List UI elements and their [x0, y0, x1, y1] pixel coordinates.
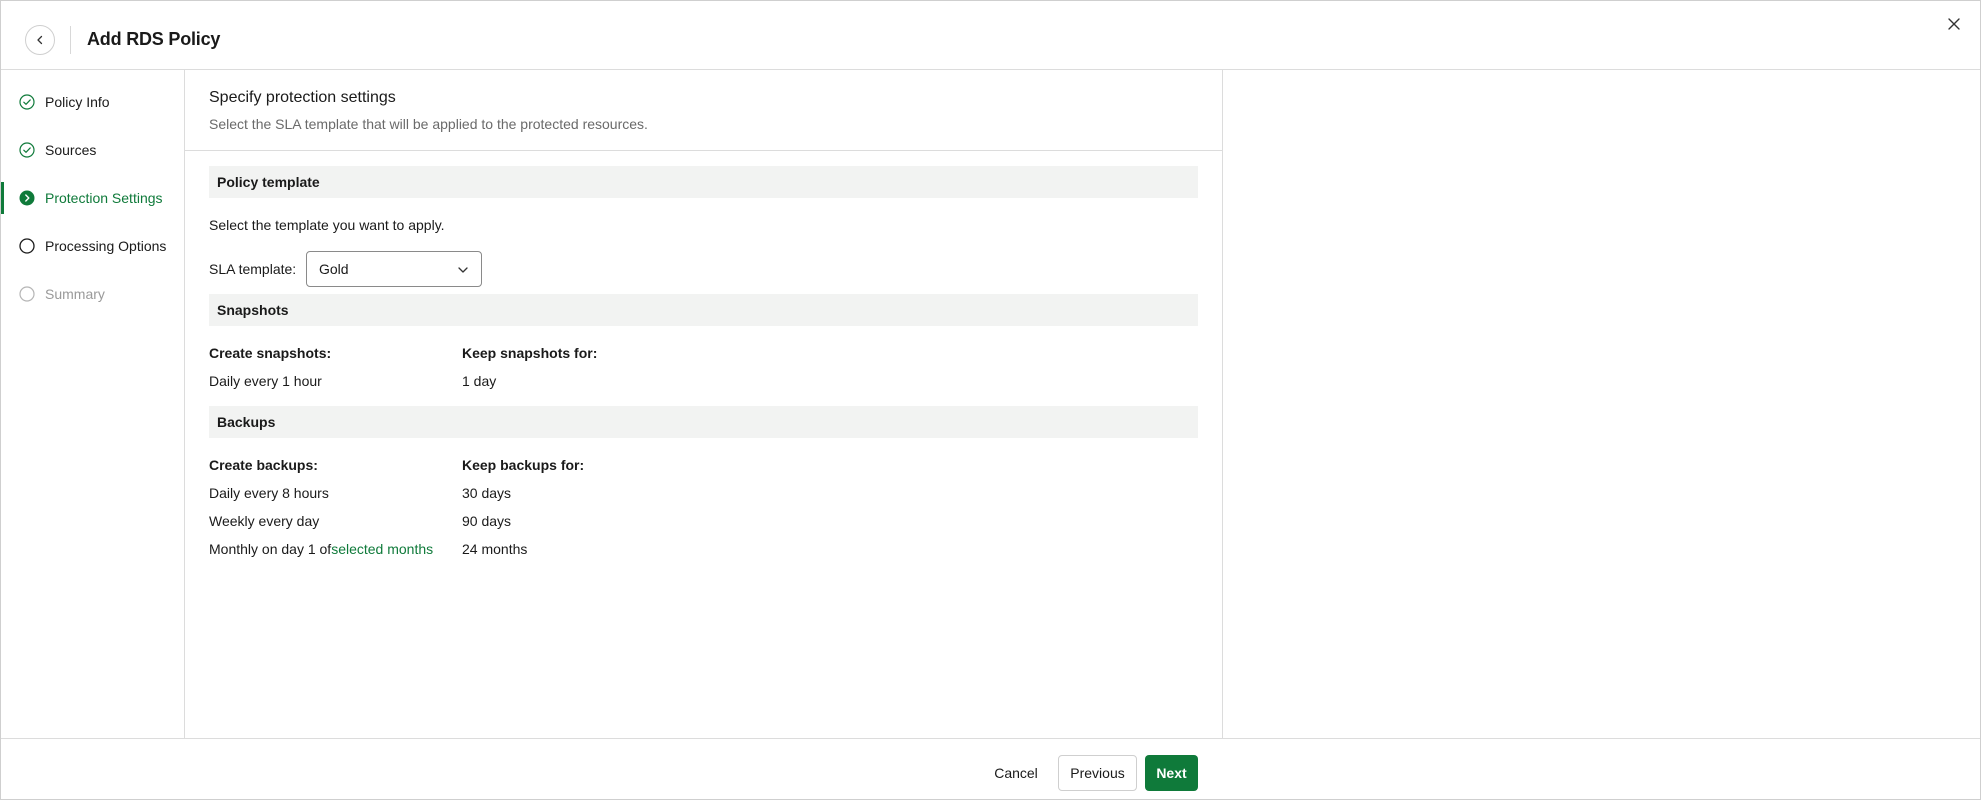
backup-retention-weekly: 90 days [462, 513, 512, 529]
section-heading: Snapshots [217, 302, 289, 318]
section-heading: Backups [217, 414, 276, 430]
backup-schedule-monthly: Monthly on day 1 ofselected months [209, 541, 433, 557]
empty-circle-icon [19, 286, 35, 302]
backup-schedule-daily: Daily every 8 hours [209, 485, 329, 501]
step-processing-options[interactable]: Processing Options [1, 230, 185, 262]
section-heading: Policy template [217, 174, 320, 190]
back-button[interactable] [25, 25, 55, 55]
current-step-icon [19, 190, 35, 206]
step-policy-info[interactable]: Policy Info [1, 86, 185, 118]
sla-template-label: SLA template: [209, 261, 297, 277]
close-button[interactable] [1944, 14, 1964, 34]
backup-schedule-weekly: Weekly every day [209, 513, 320, 529]
snapshot-schedule: Daily every 1 hour [209, 373, 322, 389]
backup-retention-daily: 30 days [462, 485, 512, 501]
template-instruction: Select the template you want to apply. [209, 217, 445, 233]
wizard-footer: Cancel Previous Next [1, 738, 1980, 801]
step-label: Processing Options [45, 238, 167, 254]
selected-months-link[interactable]: selected months [331, 541, 433, 557]
sla-template-select[interactable]: Gold [306, 251, 482, 287]
page-title: Add RDS Policy [87, 29, 221, 49]
policy-template-section-header: Policy template [209, 166, 1198, 198]
backup-retention-monthly: 24 months [462, 541, 528, 557]
step-sources[interactable]: Sources [1, 134, 185, 166]
sla-template-value: Gold [319, 261, 349, 277]
snapshots-section-header: Snapshots [209, 294, 1198, 326]
step-title: Specify protection settings [209, 89, 396, 106]
cancel-button[interactable]: Cancel [981, 755, 1051, 791]
monthly-schedule-text: Monthly on day 1 of [209, 541, 332, 557]
add-rds-policy-wizard: Add RDS Policy Policy Info Sources Prote… [0, 0, 1981, 800]
step-label: Summary [45, 286, 105, 302]
create-snapshots-label: Create snapshots: [209, 345, 332, 361]
header-divider [70, 26, 71, 54]
check-circle-icon [19, 94, 35, 110]
wizard-header: Add RDS Policy [1, 1, 1980, 70]
step-intro: Specify protection settings Select the S… [185, 70, 1222, 151]
create-backups-label: Create backups: [209, 457, 318, 473]
next-button[interactable]: Next [1145, 755, 1198, 791]
backups-section-header: Backups [209, 406, 1198, 438]
step-protection-settings[interactable]: Protection Settings [1, 182, 185, 214]
step-label: Sources [45, 142, 97, 158]
active-step-indicator [1, 182, 4, 214]
empty-circle-icon [19, 238, 35, 254]
keep-backups-label: Keep backups for: [462, 457, 585, 473]
close-icon [1948, 18, 1960, 30]
keep-snapshots-label: Keep snapshots for: [462, 345, 598, 361]
snapshot-retention: 1 day [462, 373, 497, 389]
chevron-left-icon [37, 35, 43, 45]
previous-button[interactable]: Previous [1058, 755, 1137, 791]
step-label: Protection Settings [45, 190, 163, 206]
step-label: Policy Info [45, 94, 110, 110]
wizard-steps: Policy Info Sources Protection Settings … [1, 70, 185, 738]
step-description: Select the SLA template that will be app… [209, 116, 648, 132]
chevron-down-icon [458, 267, 468, 273]
main-panel: Specify protection settings Select the S… [185, 70, 1223, 738]
check-circle-icon [19, 142, 35, 158]
step-summary: Summary [1, 278, 185, 310]
